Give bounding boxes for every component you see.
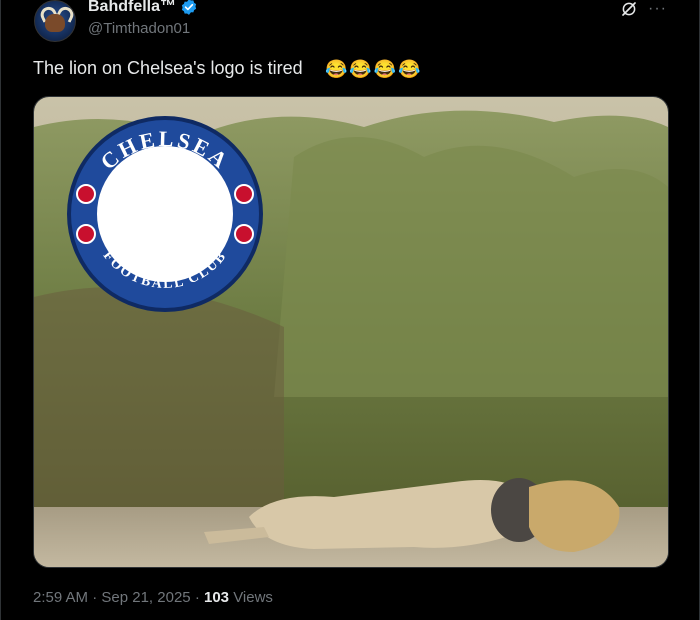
author-display-name[interactable]: Bahdfella™ [88, 0, 176, 16]
author-handle[interactable]: @Timthadon01 [88, 20, 190, 37]
grok-icon[interactable] [620, 0, 638, 18]
avatar[interactable] [34, 0, 76, 42]
left-border [0, 0, 1, 620]
badge-rose-icon [234, 224, 254, 244]
tweet-text: The lion on Chelsea's logo is tired [33, 58, 303, 78]
tweet-meta: 2:59 AM · Sep 21, 2025 · 103 Views [33, 589, 273, 606]
tweet-emojis: 😂 😂 😂 😂 [325, 58, 421, 80]
bull-head [45, 14, 65, 32]
views-label: Views [233, 589, 273, 606]
laughing-emoji: 😂 [398, 59, 421, 79]
verified-badge-icon [181, 0, 197, 15]
author-name-row: Bahdfella™ [88, 0, 198, 16]
tweet-date[interactable]: Sep 21, 2025 [101, 589, 190, 606]
laughing-emoji: 😂 [349, 59, 372, 79]
meta-separator: · [92, 589, 98, 606]
laughing-emoji: 😂 [325, 59, 348, 79]
laughing-emoji: 😂 [373, 59, 397, 79]
badge-rose-icon [234, 184, 254, 204]
views-count[interactable]: 103 [204, 589, 229, 606]
badge-rose-icon [76, 224, 96, 244]
bush-highlight [274, 137, 668, 397]
badge-rose-icon [76, 184, 96, 204]
dry-branches [34, 287, 284, 517]
more-icon[interactable]: ··· [648, 0, 667, 18]
lion-photo: CHELSEA FOOTBALL CLUB [34, 97, 668, 567]
tweet-media-image[interactable]: CHELSEA FOOTBALL CLUB [33, 96, 669, 568]
chelsea-badge: CHELSEA FOOTBALL CLUB [67, 116, 263, 312]
meta-separator: · [194, 589, 200, 606]
tweet-time[interactable]: 2:59 AM [33, 589, 88, 606]
